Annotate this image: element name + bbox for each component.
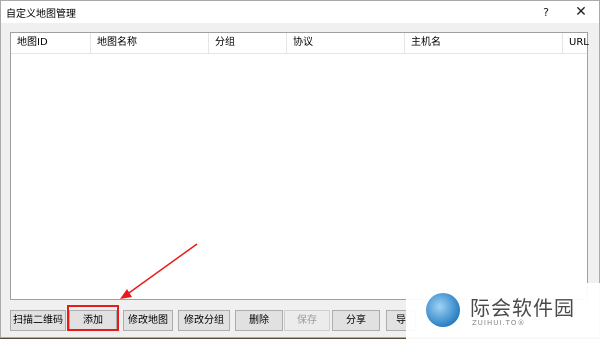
pointer-arrow-head bbox=[120, 289, 132, 299]
custom-map-manager-dialog: 自定义地图管理 ? ✕ 地图ID 地图名称 分组 协议 主机名 URL 扫描二维… bbox=[0, 0, 600, 339]
watermark-text: 际会软件园 bbox=[470, 296, 575, 320]
watermark-logo-icon bbox=[426, 293, 460, 327]
watermark-subtext: ZUIHUI.TO® bbox=[472, 319, 526, 327]
watermark: 际会软件园 ZUIHUI.TO® bbox=[406, 283, 600, 339]
pointer-arrow-line bbox=[125, 243, 198, 296]
